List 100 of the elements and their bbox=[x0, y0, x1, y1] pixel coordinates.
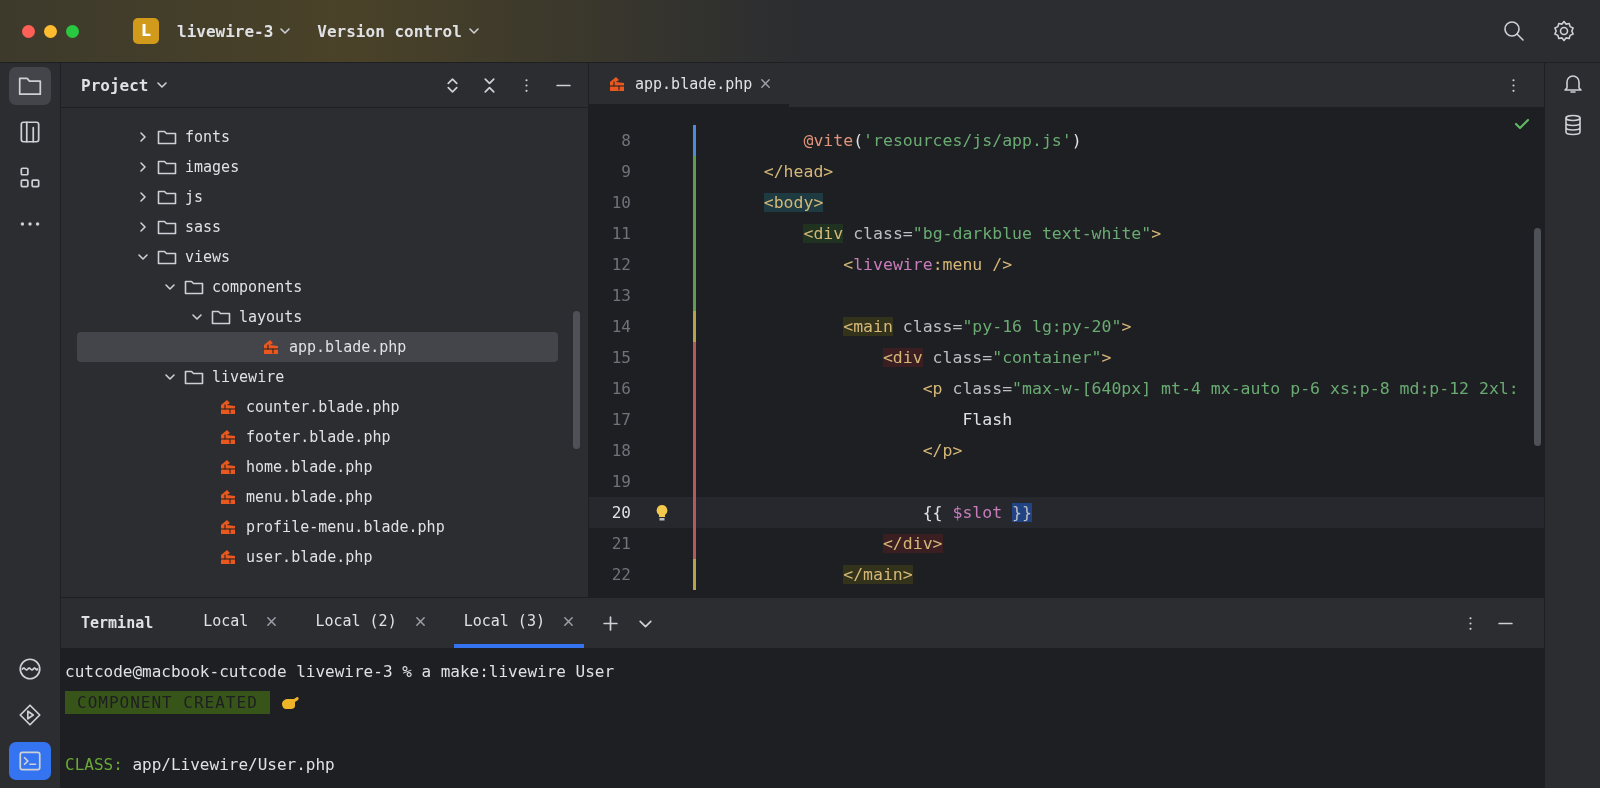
scrollbar[interactable] bbox=[573, 311, 580, 449]
chevron-down-icon[interactable] bbox=[164, 371, 176, 383]
version-control-dropdown[interactable]: Version control bbox=[309, 17, 488, 45]
code-line: <div class="container"> bbox=[882, 348, 1112, 367]
squares-icon bbox=[17, 165, 43, 191]
columns-icon bbox=[17, 119, 43, 145]
close-icon[interactable] bbox=[414, 615, 426, 627]
line-number: 10 bbox=[610, 193, 631, 212]
tree-item[interactable]: fonts bbox=[185, 128, 231, 146]
line-number: 18 bbox=[610, 441, 631, 460]
add-icon[interactable] bbox=[601, 614, 619, 632]
project-badge: L bbox=[133, 18, 159, 44]
folder-icon bbox=[184, 368, 204, 386]
tree-item[interactable]: livewire bbox=[212, 368, 285, 386]
chevron-right-icon[interactable] bbox=[137, 161, 149, 173]
tree-item[interactable]: home.blade.php bbox=[246, 458, 373, 476]
chevron-right-icon[interactable] bbox=[137, 221, 149, 233]
terminal-line: cutcode@macbook-cutcode livewire-3 % a make:livewire User bbox=[65, 661, 616, 683]
terminal-tab[interactable]: Local (3) bbox=[453, 598, 584, 648]
search-icon[interactable] bbox=[1502, 19, 1526, 43]
expand-all-icon[interactable] bbox=[444, 76, 461, 94]
tree-item[interactable]: views bbox=[185, 248, 231, 266]
file-icon bbox=[218, 518, 238, 536]
code-line: <main class="py-16 lg:py-20"> bbox=[843, 317, 1132, 336]
close-window-button[interactable] bbox=[22, 24, 35, 38]
file-icon bbox=[218, 548, 238, 566]
code-line: </head> bbox=[763, 162, 834, 181]
folder-tool-button[interactable] bbox=[9, 67, 51, 105]
file-icon bbox=[218, 488, 238, 506]
line-number: 11 bbox=[610, 224, 631, 243]
line-number: 9 bbox=[620, 162, 631, 181]
code-line: <p class="max-w-[640px] mt-4 mx-auto p-6 xs:p-8 md:p-12 2xl: bbox=[922, 379, 1519, 398]
chevron-down-icon[interactable] bbox=[137, 251, 149, 263]
lightbulb-icon[interactable] bbox=[654, 503, 670, 522]
chevron-right-icon[interactable] bbox=[137, 191, 149, 203]
terminal-icon bbox=[17, 748, 43, 774]
file-icon bbox=[607, 74, 627, 93]
tree-item[interactable]: menu.blade.php bbox=[246, 488, 373, 506]
tree-item[interactable]: user.blade.php bbox=[246, 548, 373, 566]
folder-icon bbox=[184, 278, 204, 296]
line-number: 15 bbox=[610, 348, 631, 367]
settings-icon[interactable] bbox=[1552, 19, 1576, 43]
folder-icon bbox=[157, 158, 177, 176]
panel-title: Terminal bbox=[81, 614, 154, 632]
play-icon bbox=[17, 702, 43, 728]
terminal-line: CLASS: app/Livewire/User.php bbox=[65, 754, 336, 776]
terminal-tool-button[interactable] bbox=[9, 742, 51, 780]
code-line: {{ $slot }} bbox=[922, 503, 1032, 522]
code-line: Flash bbox=[962, 410, 1013, 429]
tree-item[interactable]: images bbox=[185, 158, 240, 176]
line-number: 14 bbox=[610, 317, 631, 336]
tree-item[interactable]: app.blade.php bbox=[289, 338, 407, 356]
folder-icon bbox=[157, 218, 177, 236]
project-view-dropdown[interactable]: Project bbox=[81, 75, 169, 95]
file-icon bbox=[218, 458, 238, 476]
line-number: 22 bbox=[610, 565, 631, 584]
caret-icon bbox=[467, 25, 480, 37]
line-number: 12 bbox=[610, 255, 631, 274]
tree-item[interactable]: js bbox=[185, 188, 204, 206]
code-line: <div class="bg-darkblue text-white"> bbox=[803, 224, 1162, 243]
tree-item[interactable]: components bbox=[212, 278, 303, 296]
tree-item[interactable]: layouts bbox=[239, 308, 303, 326]
line-number: 17 bbox=[610, 410, 631, 429]
caret-icon bbox=[279, 25, 292, 37]
chevron-down-icon[interactable] bbox=[191, 311, 203, 323]
line-number: 13 bbox=[610, 286, 631, 305]
chevron-down-icon[interactable] bbox=[164, 281, 176, 293]
repository-switcher[interactable]: livewire-3 bbox=[169, 17, 300, 45]
line-number: 8 bbox=[620, 131, 631, 150]
maximize-window-button[interactable] bbox=[66, 24, 79, 38]
close-icon[interactable] bbox=[266, 615, 278, 627]
tree-item[interactable]: profile-menu.blade.php bbox=[246, 518, 445, 536]
caret-icon bbox=[156, 79, 169, 91]
chevron-right-icon[interactable] bbox=[137, 131, 149, 143]
line-number: 21 bbox=[610, 534, 631, 553]
tab-label[interactable]: app.blade.php bbox=[635, 74, 753, 93]
line-number: 16 bbox=[610, 379, 631, 398]
close-icon[interactable] bbox=[760, 78, 772, 89]
line-number: 20 bbox=[610, 503, 631, 522]
folder-icon bbox=[157, 128, 177, 146]
tree-item[interactable]: footer.blade.php bbox=[246, 428, 391, 446]
folder-icon bbox=[211, 308, 231, 326]
terminal-tab[interactable]: Local (2) bbox=[305, 598, 436, 648]
file-icon bbox=[261, 338, 281, 356]
file-icon bbox=[218, 398, 238, 416]
code-line: <livewire:menu /> bbox=[843, 255, 1013, 274]
check-icon bbox=[1514, 116, 1530, 132]
terminal-tab[interactable]: Local bbox=[193, 598, 288, 648]
scrollbar[interactable] bbox=[1534, 228, 1541, 446]
close-icon[interactable] bbox=[562, 615, 574, 627]
code-line: </p> bbox=[922, 441, 963, 460]
minimize-window-button[interactable] bbox=[44, 24, 57, 38]
file-icon bbox=[218, 428, 238, 446]
folder-icon bbox=[157, 188, 177, 206]
folder-icon bbox=[157, 248, 177, 266]
tree-item[interactable]: counter.blade.php bbox=[246, 398, 400, 416]
line-number: 19 bbox=[610, 472, 631, 491]
tree-item[interactable]: sass bbox=[185, 218, 222, 236]
wave-icon bbox=[17, 656, 43, 682]
code-line: @vite('resources/js/app.js') bbox=[803, 131, 1082, 150]
